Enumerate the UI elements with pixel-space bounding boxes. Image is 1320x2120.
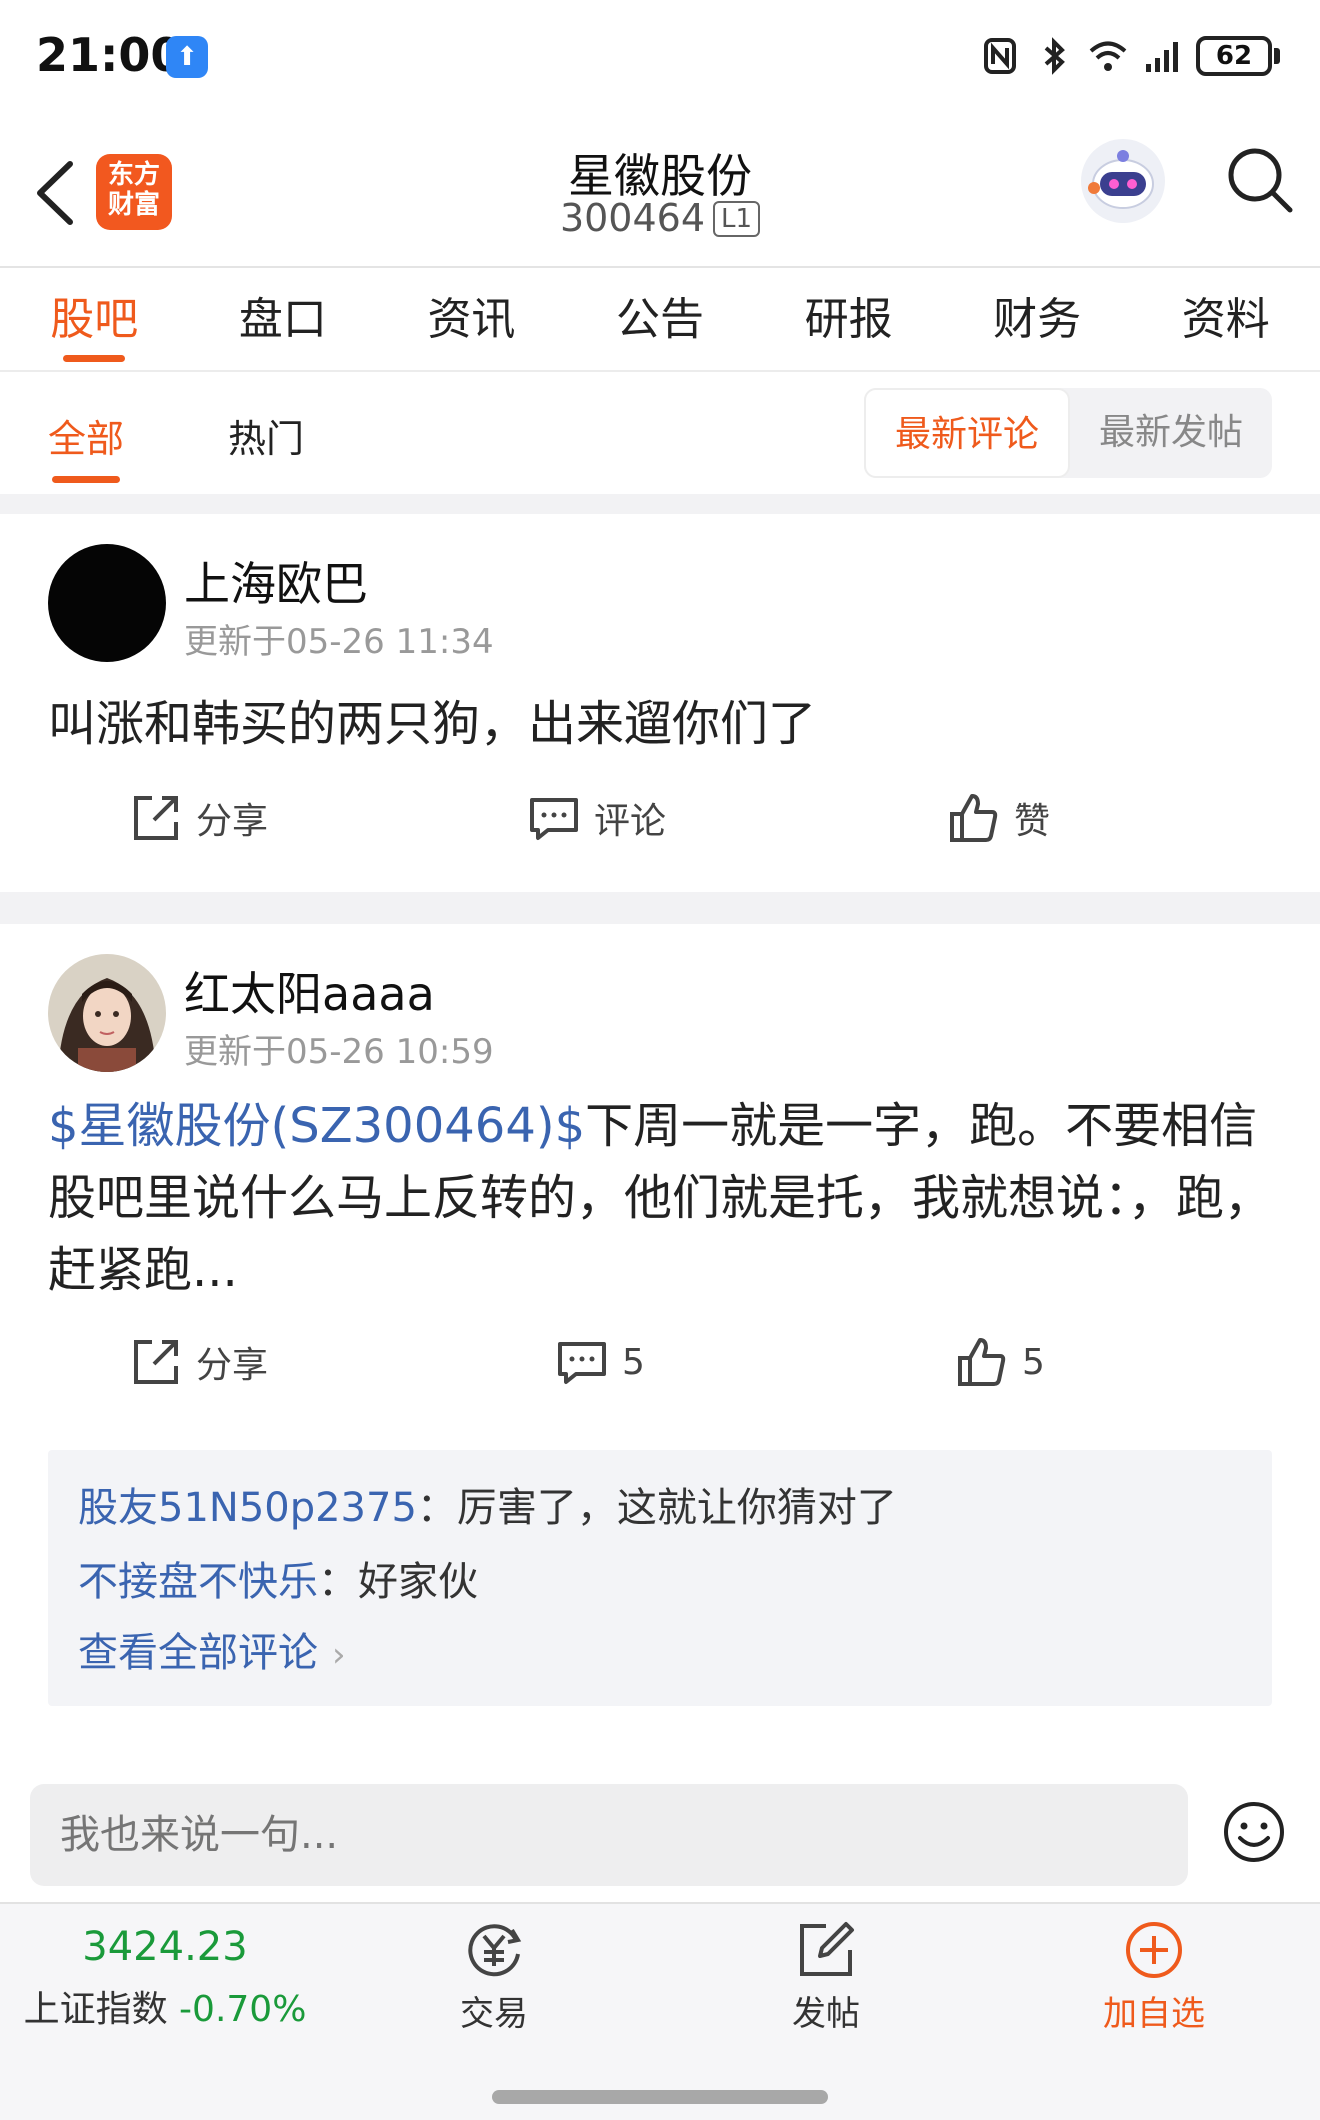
chevron-right-icon: › <box>332 1635 346 1675</box>
view-all-comments-link[interactable]: 查看全部评论 › <box>78 1626 1242 1682</box>
thumbs-up-icon <box>950 794 998 842</box>
stock-code: 300464 <box>559 196 706 240</box>
post-content[interactable]: 叫涨和韩买的两只狗，出来遛你们了 <box>48 688 1272 760</box>
post-time: 更新于05-26 11:34 <box>184 622 494 662</box>
view-all-label: 查看全部评论 <box>78 1630 318 1676</box>
subtab-hot[interactable]: 热门 <box>228 408 304 463</box>
home-indicator[interactable] <box>492 2090 828 2104</box>
index-line: 上证指数 -0.70% <box>0 1980 330 2032</box>
post-card[interactable]: 红太阳aaaa 更新于05-26 10:59 $星徽股份(SZ300464)$下… <box>0 924 1320 1756</box>
tab-profile[interactable]: 资料 <box>1131 268 1320 370</box>
comment-text: 厉害了，这就让你猜对了 <box>456 1485 897 1531</box>
like-button[interactable]: 5 <box>956 1336 1045 1388</box>
nav-add-watchlist-label: 加自选 <box>1103 1994 1205 2034</box>
comment-count: 5 <box>622 1341 645 1383</box>
like-button[interactable]: 赞 <box>948 792 1050 844</box>
tab-news[interactable]: 资讯 <box>377 268 566 370</box>
tab-finance[interactable]: 财务 <box>943 268 1132 370</box>
share-label: 分享 <box>196 1345 269 1386</box>
post-actions: 分享 5 5 <box>0 1336 1320 1406</box>
search-icon[interactable] <box>1222 142 1298 218</box>
battery-level: 62 <box>1196 36 1272 76</box>
status-time: 21:00 <box>36 28 183 82</box>
post-card[interactable]: 上海欧巴 更新于05-26 11:34 叫涨和韩买的两只狗，出来遛你们了 分享 … <box>0 514 1320 892</box>
signal-icon <box>1146 42 1178 72</box>
post-author[interactable]: 上海欧巴 <box>184 548 368 614</box>
comment-button[interactable]: 5 <box>556 1336 645 1388</box>
subtab-all[interactable]: 全部 <box>48 408 125 483</box>
subtab-all-label: 全部 <box>48 417 125 461</box>
battery-icon: 62 <box>1196 36 1280 76</box>
share-button[interactable]: 分享 <box>130 1336 268 1388</box>
commenter-name[interactable]: 股友51N50p2375 <box>78 1485 417 1531</box>
comment-separator: ： <box>416 1485 457 1531</box>
sort-toggle: 最新评论 最新发帖 <box>864 388 1272 478</box>
comment-label: 评论 <box>594 801 667 842</box>
bluetooth-icon <box>1044 37 1065 75</box>
trade-yen-icon <box>468 1924 522 1977</box>
share-icon <box>134 796 178 840</box>
post-author[interactable]: 红太阳aaaa <box>184 958 435 1024</box>
header: 东方 财富 星徽股份 300464 L1 <box>0 120 1320 268</box>
robot-assistant-icon[interactable] <box>1080 138 1166 224</box>
compose-icon <box>800 1922 854 1976</box>
level-badge: L1 <box>713 201 761 237</box>
commenter-name[interactable]: 不接盘不快乐 <box>78 1559 318 1605</box>
status-bar: 21:00 ⬆ 62 <box>0 0 1320 120</box>
sort-latest-post[interactable]: 最新发帖 <box>1070 388 1272 478</box>
index-value: 3424.23 <box>82 1924 248 1970</box>
nav-post[interactable]: 发帖 <box>726 1918 926 2035</box>
comment-input[interactable] <box>30 1784 1188 1886</box>
tab-guba[interactable]: 股吧 <box>0 268 189 370</box>
wifi-icon <box>1089 41 1127 71</box>
comment-button[interactable]: 评论 <box>528 792 666 844</box>
post-time: 更新于05-26 10:59 <box>184 1032 494 1072</box>
comment-preview[interactable]: 不接盘不快乐：好家伙 <box>78 1552 1242 1626</box>
sort-latest-comment[interactable]: 最新评论 <box>864 388 1070 478</box>
tab-announcements[interactable]: 公告 <box>566 268 755 370</box>
index-name: 上证指数 <box>23 1989 168 2030</box>
stock-mention-link[interactable]: $星徽股份(SZ300464)$ <box>48 1098 585 1154</box>
nav-post-label: 发帖 <box>792 1994 860 2034</box>
like-count: 5 <box>1022 1341 1045 1383</box>
upload-badge-icon: ⬆ <box>166 36 208 78</box>
sub-tabs: 全部 热门 最新评论 最新发帖 <box>0 372 1320 494</box>
comment-icon <box>530 798 578 840</box>
share-button[interactable]: 分享 <box>130 792 268 844</box>
avatar[interactable] <box>48 544 166 662</box>
share-label: 分享 <box>196 801 269 842</box>
emoji-icon[interactable] <box>1222 1800 1286 1864</box>
tab-pankou[interactable]: 盘口 <box>189 268 378 370</box>
bottom-nav: 3424.23 上证指数 -0.70% 交易 发帖 加自选 <box>0 1902 1320 2120</box>
comment-preview-box[interactable]: 股友51N50p2375：厉害了，这就让你猜对了 不接盘不快乐：好家伙 查看全部… <box>48 1450 1272 1706</box>
index-change: -0.70% <box>179 1989 307 2030</box>
comment-input-bar <box>0 1756 1320 1902</box>
comment-text: 好家伙 <box>358 1559 478 1605</box>
active-underline <box>52 476 121 483</box>
comment-preview[interactable]: 股友51N50p2375：厉害了，这就让你猜对了 <box>78 1478 1242 1552</box>
post-content[interactable]: $星徽股份(SZ300464)$下周一就是一字，跑。不要相信股吧里说什么马上反转… <box>48 1090 1272 1306</box>
comment-separator: ： <box>318 1559 358 1605</box>
status-icons: 62 <box>980 36 1280 76</box>
nfc-icon <box>984 38 1016 74</box>
add-circle-icon <box>1126 1922 1182 1978</box>
tab-research[interactable]: 研报 <box>754 268 943 370</box>
comment-icon <box>558 1342 606 1384</box>
thumbs-up-icon <box>958 1338 1006 1386</box>
post-actions: 分享 评论 赞 <box>0 792 1320 862</box>
nav-trade-label: 交易 <box>460 1994 528 2034</box>
main-tabs: 股吧 盘口 资讯 公告 研报 财务 资料 <box>0 268 1320 372</box>
like-label: 赞 <box>1014 801 1051 842</box>
share-icon <box>134 1340 178 1384</box>
avatar[interactable] <box>48 954 166 1072</box>
nav-add-watchlist[interactable]: 加自选 <box>1054 1918 1254 2035</box>
nav-trade[interactable]: 交易 <box>394 1918 594 2035</box>
